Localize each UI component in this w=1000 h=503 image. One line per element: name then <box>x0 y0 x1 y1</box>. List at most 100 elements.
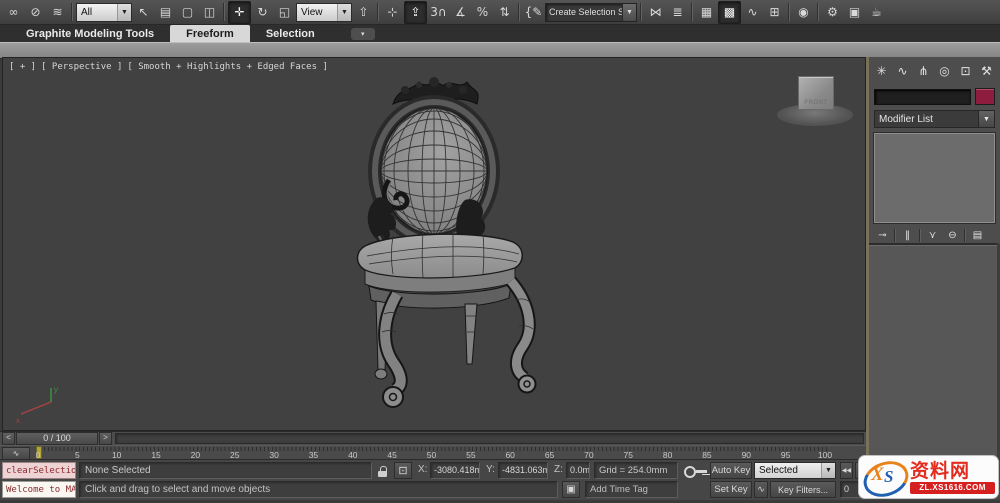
snaps-toggle-icon[interactable]: 3∩ <box>428 2 449 23</box>
set-key-button[interactable]: Set Key <box>710 481 752 498</box>
selection-lock-icon[interactable] <box>378 466 388 477</box>
reference-coordinate-system-dropdown[interactable]: View▼ <box>296 3 352 22</box>
edit-named-selection-sets-icon[interactable]: {✎ <box>523 2 544 23</box>
toolbar-separator <box>640 3 642 21</box>
remove-modifier-button[interactable]: ⊖ <box>944 227 961 243</box>
absolute-mode-toggle[interactable]: ⊡ <box>394 462 412 479</box>
add-time-tag-field[interactable]: Add Time Tag <box>585 481 678 498</box>
select-and-manipulate-icon[interactable]: ⊹ <box>382 2 403 23</box>
perspective-viewport[interactable]: [ + ] [ Perspective ] [ Smooth + Highlig… <box>2 57 866 431</box>
viewcube[interactable]: FRONT <box>777 74 853 128</box>
stack-button-separator <box>919 229 921 242</box>
pin-stack-button[interactable]: ⊸ <box>874 227 891 243</box>
modifier-stack[interactable] <box>874 133 995 223</box>
ribbon-tab-row: Graphite Modeling ToolsFreeformSelection… <box>0 25 1000 42</box>
spinner-snap-toggle-icon[interactable]: ⇅ <box>494 2 515 23</box>
show-end-result-button[interactable]: ‖ <box>899 227 916 243</box>
time-slider-track[interactable] <box>115 433 864 444</box>
minimize-ribbon-button[interactable]: ▾ <box>351 28 375 40</box>
y-coordinate-label: Y: <box>486 464 495 475</box>
material-editor-icon[interactable]: ◉ <box>793 2 814 23</box>
select-and-rotate-icon[interactable]: ↻ <box>252 2 273 23</box>
viewport-general-menu[interactable]: [ + ] <box>9 62 36 72</box>
default-in-out-tangents-button[interactable]: ∿ <box>754 481 768 498</box>
previous-frame-button[interactable]: < <box>2 432 15 445</box>
tab-graphite-modeling-tools[interactable]: Graphite Modeling Tools <box>10 25 170 42</box>
toolbar-separator <box>817 3 819 21</box>
chevron-down-icon[interactable]: ▼ <box>821 463 835 478</box>
rendered-frame-window-icon[interactable]: ▣ <box>844 2 865 23</box>
chevron-down-icon[interactable]: ▼ <box>622 4 636 21</box>
maxscript-mini-listener-line1[interactable]: clearSelection <box>2 462 76 479</box>
unlink-selection-icon[interactable]: ⊘ <box>25 2 46 23</box>
chair-model-wireframe[interactable] <box>353 70 557 420</box>
chevron-down-icon[interactable]: ▼ <box>117 4 131 21</box>
named-selection-sets-dropdown[interactable]: Create Selection Se▼ <box>545 3 637 22</box>
object-name-field[interactable] <box>874 89 971 105</box>
status-bar: clearSelection Welcome to MAX: None Sele… <box>0 459 1000 500</box>
viewcube-front-label: FRONT <box>804 100 827 109</box>
select-and-scale-icon[interactable]: ◱ <box>274 2 295 23</box>
modify-tab[interactable]: ∿ <box>893 62 912 81</box>
schematic-view-icon[interactable]: ⊞ <box>764 2 785 23</box>
selection-filter-dropdown-label: All <box>77 7 117 18</box>
viewport-pov-menu[interactable]: [ Perspective ] <box>41 62 122 72</box>
select-and-move-icon[interactable]: ✛ <box>228 1 251 24</box>
auto-key-button[interactable]: Auto Key <box>710 462 752 479</box>
window-crossing-toggle-icon[interactable]: ◫ <box>199 2 220 23</box>
display-tab[interactable]: ⊡ <box>956 62 975 81</box>
toggle-set-key-mode-icon[interactable] <box>684 466 708 478</box>
rectangular-selection-region-icon[interactable]: ▢ <box>177 2 198 23</box>
next-frame-button[interactable]: > <box>99 432 112 445</box>
y-coordinate-field[interactable]: -4831.063m <box>498 462 548 479</box>
keyboard-shortcut-override-icon[interactable]: ⇪ <box>404 1 427 24</box>
motion-tab[interactable]: ◎ <box>935 62 954 81</box>
main-toolbar: ∞⊘≋All▼↖▤▢◫✛↻◱View▼⇧⊹⇪3∩∡%⇅{✎Create Sele… <box>0 0 1000 25</box>
watermark-logo-x: X <box>871 464 884 486</box>
x-coordinate-field[interactable]: -3080.418m <box>430 462 480 479</box>
tab-selection[interactable]: Selection <box>250 25 331 42</box>
watermark-site-url: ZL.XS1616.COM <box>910 482 995 494</box>
viewport-shading-menu[interactable]: [ Smooth + Highlights + Edged Faces ] <box>127 62 327 72</box>
time-slider-handle[interactable]: 0 / 100 <box>16 432 98 445</box>
chevron-down-icon[interactable]: ▼ <box>337 4 351 21</box>
viewport-label[interactable]: [ + ] [ Perspective ] [ Smooth + Highlig… <box>9 62 328 72</box>
key-filters-button[interactable]: Key Filters... <box>770 481 836 498</box>
render-production-icon[interactable]: ☕ <box>866 2 887 23</box>
align-icon[interactable]: ≣ <box>667 2 688 23</box>
mirror-icon[interactable]: ⋈ <box>645 2 666 23</box>
hierarchy-tab[interactable]: ⋔ <box>914 62 933 81</box>
go-to-start-button[interactable]: ◀◀ <box>840 462 853 479</box>
select-object-icon[interactable]: ↖ <box>133 2 154 23</box>
grid-size-display: Grid = 254.0mm <box>594 462 678 479</box>
key-mode-dropdown[interactable]: Selected ▼ <box>754 462 836 479</box>
object-color-swatch[interactable] <box>975 88 995 105</box>
toolbar-separator <box>377 3 379 21</box>
stack-button-separator <box>964 229 966 242</box>
viewcube-cube[interactable]: FRONT <box>798 76 834 110</box>
select-by-name-icon[interactable]: ▤ <box>155 2 176 23</box>
chevron-down-icon[interactable]: ▼ <box>978 111 994 127</box>
selection-filter-dropdown[interactable]: All▼ <box>76 3 132 22</box>
tab-freeform[interactable]: Freeform <box>170 25 250 42</box>
angle-snap-toggle-icon[interactable]: ∡ <box>450 2 471 23</box>
stack-button-separator <box>894 229 896 242</box>
watermark-site-name: 资料网 <box>910 461 995 481</box>
render-setup-icon[interactable]: ⚙ <box>822 2 843 23</box>
z-coordinate-field[interactable]: 0.0mm <box>566 462 590 479</box>
use-pivot-point-center-icon[interactable]: ⇧ <box>353 2 374 23</box>
isolate-selection-toggle[interactable]: ▣ <box>562 481 580 498</box>
percent-snap-toggle-icon[interactable]: % <box>472 2 493 23</box>
maxscript-mini-listener-line2[interactable]: Welcome to MAX: <box>2 481 76 498</box>
configure-modifier-sets-button[interactable]: ▤ <box>969 227 986 243</box>
modifier-list-dropdown[interactable]: Modifier List ▼ <box>874 110 995 128</box>
graphite-modeling-tools-toggle-icon[interactable]: ▩ <box>718 1 741 24</box>
select-and-link-icon[interactable]: ∞ <box>3 2 24 23</box>
layer-manager-icon[interactable]: ▦ <box>696 2 717 23</box>
bind-to-space-warp-icon[interactable]: ≋ <box>47 2 68 23</box>
create-tab[interactable]: ✳ <box>872 62 891 81</box>
utilities-tab[interactable]: ⚒ <box>977 62 996 81</box>
curve-editor-icon[interactable]: ∿ <box>742 2 763 23</box>
make-unique-button[interactable]: ⋎ <box>924 227 941 243</box>
frame-ruler[interactable]: 0510152025303540455055606570758085909510… <box>32 446 862 460</box>
